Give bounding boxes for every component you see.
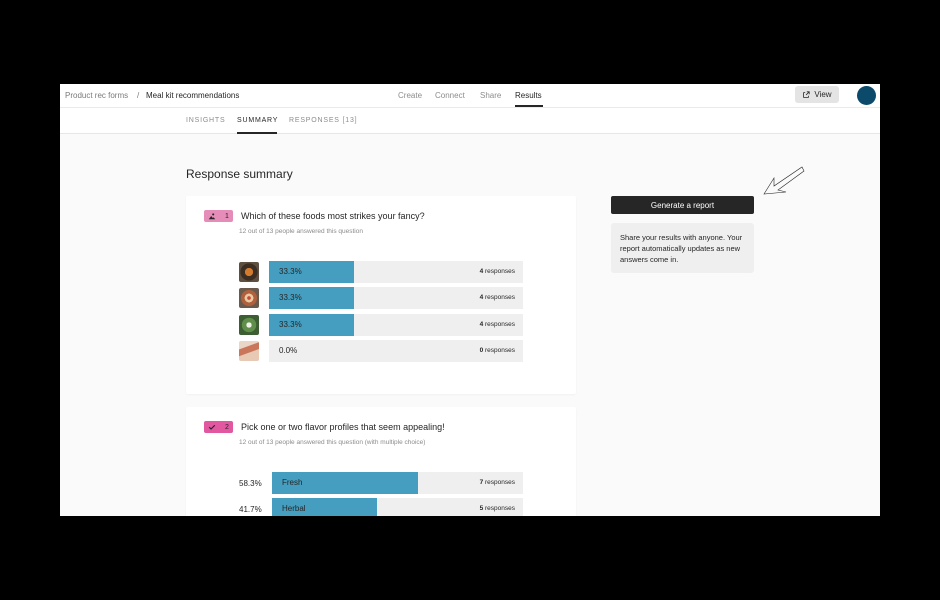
top-bar: Product rec forms / Meal kit recommendat… bbox=[60, 84, 880, 108]
app-window: Product rec forms / Meal kit recommendat… bbox=[60, 84, 880, 516]
nav-connect[interactable]: Connect bbox=[435, 91, 465, 100]
answer-row: 0.0% 0 responses bbox=[239, 340, 523, 362]
breadcrumb-workspace[interactable]: Product rec forms bbox=[65, 91, 128, 100]
answer-response-count: 4 responses bbox=[479, 294, 515, 301]
question-answered-count: 12 out of 13 people answered this questi… bbox=[239, 228, 363, 235]
answer-bar-track: 33.3% 4 responses bbox=[269, 287, 523, 309]
breadcrumb-separator: / bbox=[137, 91, 140, 100]
answer-bar-track: 33.3% 4 responses bbox=[269, 314, 523, 336]
food-salad-image bbox=[239, 315, 259, 335]
checkmark-icon bbox=[208, 424, 216, 430]
generate-report-button[interactable]: Generate a report bbox=[611, 196, 754, 214]
view-button[interactable]: View bbox=[795, 86, 839, 103]
tab-summary[interactable]: SUMMARY bbox=[237, 117, 278, 124]
question-answered-count: 12 out of 13 people answered this questi… bbox=[239, 439, 426, 446]
answer-label: Herbal bbox=[282, 504, 306, 513]
answer-row: 33.3% 4 responses bbox=[239, 314, 523, 336]
answer-row: 58.3% Fresh 7 responses bbox=[239, 472, 523, 494]
food-sandwich-image bbox=[239, 341, 259, 361]
answer-response-count: 5 responses bbox=[479, 505, 515, 512]
question-badge: 2 bbox=[204, 421, 233, 433]
answer-label: Fresh bbox=[282, 478, 303, 487]
nav-active-indicator bbox=[515, 105, 543, 107]
question-badge: 1 bbox=[204, 210, 233, 222]
food-pizza-image bbox=[239, 288, 259, 308]
question-title: Pick one or two flavor profiles that see… bbox=[241, 422, 445, 432]
food-bowl-image bbox=[239, 262, 259, 282]
answer-bar-track: Fresh 7 responses bbox=[272, 472, 523, 494]
answer-percent: 33.3% bbox=[279, 267, 302, 276]
answer-row: 33.3% 4 responses bbox=[239, 261, 523, 283]
results-subtabs: INSIGHTS SUMMARY RESPONSES [13] bbox=[60, 108, 880, 134]
page-title: Response summary bbox=[186, 167, 293, 181]
answer-percent: 0.0% bbox=[279, 346, 298, 355]
answer-bar-track: 33.3% 4 responses bbox=[269, 261, 523, 283]
tab-insights[interactable]: INSIGHTS bbox=[186, 117, 225, 124]
answer-response-count: 0 responses bbox=[479, 347, 515, 354]
hand-drawn-arrow-icon bbox=[763, 166, 805, 195]
question-title: Which of these foods most strikes your f… bbox=[241, 211, 425, 221]
subtab-active-indicator bbox=[237, 132, 277, 134]
nav-results[interactable]: Results bbox=[515, 91, 542, 100]
answer-percent: 58.3% bbox=[239, 479, 262, 488]
share-report-info: Share your results with anyone. Your rep… bbox=[611, 223, 754, 273]
answer-bar-track: 0.0% 0 responses bbox=[269, 340, 523, 362]
picture-choice-icon bbox=[208, 213, 216, 220]
view-button-label: View bbox=[814, 90, 832, 99]
question-card-1: 1 Which of these foods most strikes your… bbox=[186, 196, 576, 394]
answer-response-count: 4 responses bbox=[479, 321, 515, 328]
answer-percent: 33.3% bbox=[279, 320, 302, 329]
question-card-2: 2 Pick one or two flavor profiles that s… bbox=[186, 407, 576, 516]
question-number: 1 bbox=[225, 212, 229, 220]
answer-percent: 41.7% bbox=[239, 505, 262, 514]
tab-responses[interactable]: RESPONSES [13] bbox=[289, 117, 357, 124]
answer-response-count: 7 responses bbox=[479, 479, 515, 486]
answer-response-count: 4 responses bbox=[479, 268, 515, 275]
nav-create[interactable]: Create bbox=[398, 91, 422, 100]
answer-row: 33.3% 4 responses bbox=[239, 287, 523, 309]
breadcrumb-form-title[interactable]: Meal kit recommendations bbox=[146, 91, 239, 100]
answer-row: 41.7% Herbal 5 responses bbox=[239, 498, 523, 516]
answer-percent: 33.3% bbox=[279, 293, 302, 302]
external-link-icon bbox=[803, 90, 810, 98]
question-number: 2 bbox=[225, 423, 229, 431]
avatar[interactable] bbox=[857, 86, 876, 105]
nav-share[interactable]: Share bbox=[480, 91, 501, 100]
answer-bar-track: Herbal 5 responses bbox=[272, 498, 523, 516]
